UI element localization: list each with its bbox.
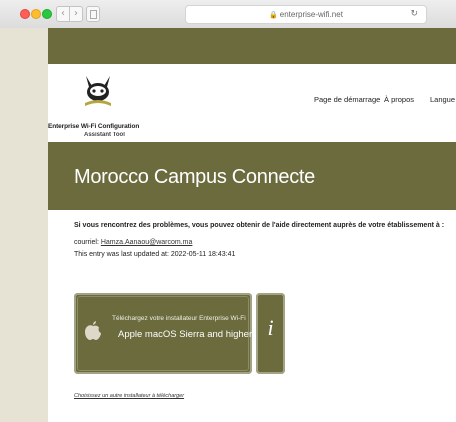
nav-language[interactable]: Langue <box>430 95 455 104</box>
lock-icon: 🔒 <box>269 12 278 19</box>
contact-label: courriel: <box>74 239 99 246</box>
cat-logo-icon[interactable] <box>80 72 116 108</box>
info-button[interactable]: i <box>256 293 285 374</box>
download-installer-button[interactable]: Téléchargez votre installateur Enterpris… <box>74 293 252 374</box>
close-window-button[interactable] <box>20 9 30 19</box>
back-button[interactable]: ‹ <box>56 6 70 22</box>
help-notice: Si vous rencontrez des problèmes, vous p… <box>74 222 445 229</box>
site-title: Enterprise Wi-Fi Configuration <box>48 123 140 130</box>
site-header: Enterprise Wi-Fi Configuration Assistant… <box>48 64 456 142</box>
contact-email-link[interactable]: Hamza.Aanaou@warcom.ma <box>101 239 193 246</box>
installer-platform: Apple macOS Sierra and higher <box>118 329 253 340</box>
browser-toolbar: ‹ › 🔒 enterprise-wifi.net ↻ <box>0 0 456 29</box>
info-icon: i <box>267 315 274 340</box>
zoom-window-button[interactable] <box>42 9 52 19</box>
left-gutter <box>0 28 48 422</box>
other-installer-link[interactable]: Choisissez un autre installateur à téléc… <box>74 393 184 399</box>
nav-home[interactable]: Page de démarrage <box>314 95 380 104</box>
page-title: Morocco Campus Connecte <box>74 166 315 188</box>
installer-caption: Téléchargez votre installateur Enterpris… <box>112 315 246 322</box>
nav-about[interactable]: À propos <box>384 95 414 104</box>
url-text: enterprise-wifi.net <box>279 10 343 19</box>
contact-line: courriel: Hamza.Aanaou@warcom.ma <box>74 239 454 246</box>
support-info: Si vous rencontrez des problèmes, vous p… <box>74 222 454 258</box>
title-banner: Morocco Campus Connecte <box>48 142 456 210</box>
apple-icon <box>85 321 101 340</box>
forward-button[interactable]: › <box>69 6 83 22</box>
sidebar-toggle-button[interactable] <box>86 6 100 22</box>
minimize-window-button[interactable] <box>31 9 41 19</box>
site-subtitle: Assistant Tool <box>84 132 125 136</box>
address-bar[interactable]: 🔒 enterprise-wifi.net ↻ <box>185 5 427 24</box>
top-band <box>48 28 456 64</box>
reload-icon[interactable]: ↻ <box>410 6 418 23</box>
last-updated: This entry was last updated at: 2022-05-… <box>74 251 236 258</box>
